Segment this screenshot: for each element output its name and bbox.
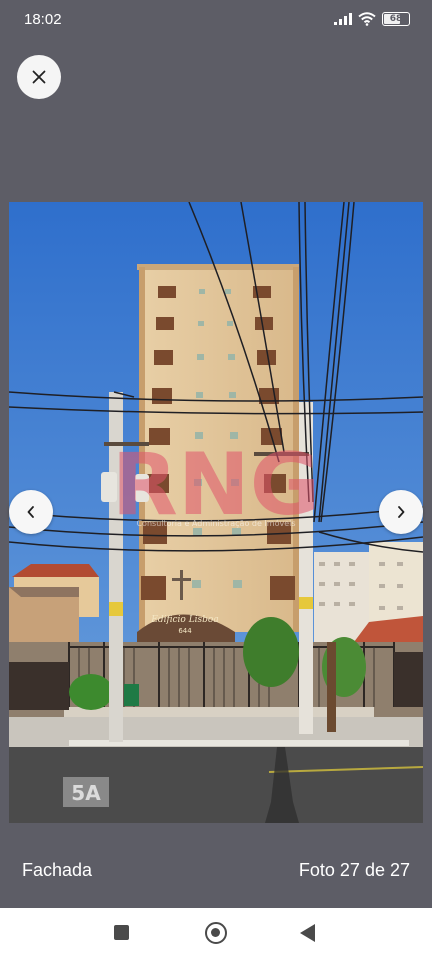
back-button[interactable]	[300, 924, 315, 942]
wifi-icon	[358, 12, 376, 26]
close-icon	[32, 70, 46, 84]
photo-caption: Fachada	[22, 860, 93, 880]
photo-counter: Foto 27 de 27	[298, 860, 410, 880]
next-photo-button[interactable]	[379, 490, 423, 534]
building-sign-text: Edificio Lisboa	[150, 615, 218, 625]
battery-level: 68	[389, 14, 403, 24]
status-icons: 68	[334, 12, 410, 26]
signal-icon	[334, 13, 352, 25]
chevron-left-icon	[27, 506, 34, 518]
chevron-right-icon	[398, 506, 405, 518]
previous-photo-button[interactable]	[9, 490, 53, 534]
battery-icon: 68	[382, 12, 410, 26]
status-bar: 18:02 68	[0, 0, 432, 40]
watermark-subtext: Consultoria e Administração de Imóveis	[136, 518, 295, 528]
photo-logo-5a: 5A	[71, 781, 101, 805]
system-navigation-bar	[0, 908, 432, 960]
gallery-photo[interactable]: Edificio Lisboa 644 RNG Consultoria e Ad…	[9, 202, 423, 823]
status-time: 18:02	[24, 11, 62, 28]
home-button[interactable]	[205, 922, 227, 944]
recents-button[interactable]	[114, 925, 129, 940]
close-button[interactable]	[17, 55, 61, 99]
building-sign-number: 644	[178, 627, 192, 635]
home-icon	[211, 928, 220, 937]
